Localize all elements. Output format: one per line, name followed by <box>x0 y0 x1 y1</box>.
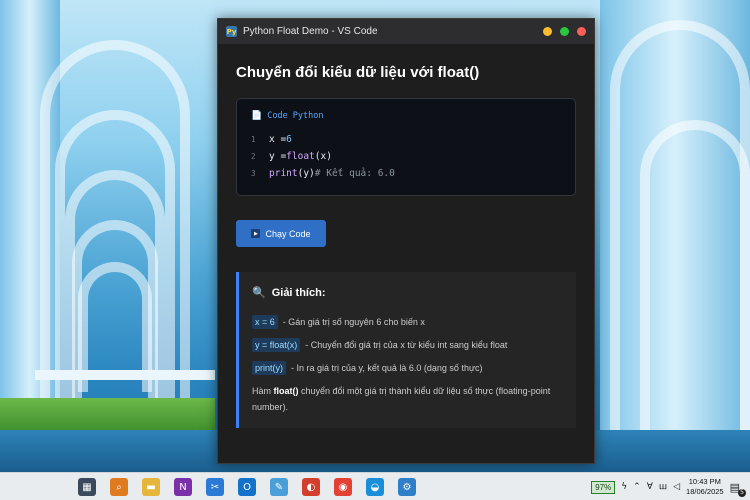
system-tray: 97% ϟ ⌃ ∀ ꟺ ◁ 10:43 PM 18/06/2025 ▤ 5 <box>591 476 746 498</box>
notification-icon[interactable]: ▤ 5 <box>730 481 746 497</box>
code-line: 3 print (y) # Kết quả: 6.0 <box>251 165 561 182</box>
code-header: 📄 Code Python <box>251 111 561 121</box>
power-icon[interactable]: ϟ <box>621 482 627 492</box>
code-snippet: x = 6 <box>252 314 278 329</box>
explanation-text: - In ra giá trị của y, kết quả là 6.0 (d… <box>291 362 483 373</box>
code-text: (y) <box>297 168 315 179</box>
grass <box>0 398 215 432</box>
run-code-label: Chạy Code <box>265 228 311 239</box>
title-bar[interactable]: Py Python Float Demo - VS Code <box>218 19 594 44</box>
page-title: Chuyển đổi kiểu dữ liệu với float() <box>236 64 480 81</box>
desc-prefix: Hàm <box>252 386 274 396</box>
line-number: 3 <box>251 169 256 178</box>
edge-icon[interactable]: ◒ <box>366 478 384 496</box>
window-controls <box>543 27 586 36</box>
code-number: 6 <box>286 134 292 145</box>
line-number: 2 <box>251 152 256 161</box>
explanation-title: 🔍 Giải thích: <box>252 286 563 300</box>
chrome-icon[interactable]: ◉ <box>334 478 352 496</box>
explanation-heading: Giải thích: <box>271 286 326 299</box>
taskbar: ▦ ⌕ ▬ N ✂ O ✎ ◐ ◉ ◒ ⚙ 97% ϟ ⌃ ∀ ꟺ ◁ 10:43 PM 18/06… <box>0 472 750 500</box>
bridge-arch <box>640 120 750 430</box>
chevron-up-icon[interactable]: ⌃ <box>633 482 641 492</box>
explanation-item: y = float(x) - Chuyển đổi giá trị của x … <box>252 333 563 356</box>
minimize-button[interactable] <box>543 27 552 36</box>
code-block: 📄 Code Python 1 x = 6 2 y = float (x) 3 p… <box>236 98 576 196</box>
run-code-button[interactable]: ▶ Chạy Code <box>236 220 326 247</box>
file-explorer-icon[interactable]: ▬ <box>142 478 160 496</box>
python-icon: Py <box>226 26 237 37</box>
calculator-icon[interactable]: ▦ <box>78 478 96 496</box>
code-text: (x) <box>314 151 332 162</box>
code-line: 1 x = 6 <box>251 131 561 148</box>
code-label: Code Python <box>267 111 324 121</box>
battery-indicator[interactable]: 97% <box>591 480 616 494</box>
onenote-icon[interactable]: N <box>174 478 192 496</box>
code-function: print <box>269 168 298 179</box>
outlook-icon[interactable]: O <box>238 478 256 496</box>
main-content: Chuyển đổi kiểu dữ liệu với float() 📄 Co… <box>218 44 594 428</box>
paint-icon[interactable]: ◐ <box>302 478 320 496</box>
volume-icon[interactable]: ◁ <box>673 482 680 492</box>
taskbar-apps: ▦ ⌕ ▬ N ✂ O ✎ ◐ ◉ ◒ ⚙ <box>78 478 416 496</box>
desc-bold: float() <box>273 386 299 396</box>
explanation-panel: 🔍 Giải thích: x = 6 - Gán giá trị số ngu… <box>236 272 576 428</box>
maximize-button[interactable] <box>560 27 569 36</box>
explanation-text: - Chuyển đổi giá trị của x từ kiểu int s… <box>305 339 508 350</box>
vpn-icon[interactable]: ∀ <box>647 482 653 492</box>
code-function: float <box>286 151 315 162</box>
notification-count: 5 <box>738 488 746 497</box>
language-icon[interactable]: ꟺ <box>659 482 667 492</box>
explanation-item: x = 6 - Gán giá trị số nguyên 6 cho biến… <box>252 310 563 333</box>
close-button[interactable] <box>577 27 586 36</box>
explanation-text: - Gán giá trị số nguyên 6 cho biến x <box>282 316 425 327</box>
notepad-icon[interactable]: ✎ <box>270 478 288 496</box>
explanation-item: print(y) - In ra giá trị của y, kết quả … <box>252 356 563 379</box>
bridge-railing <box>35 370 215 380</box>
code-text: x = <box>269 134 287 145</box>
magnifier-icon: 🔍 <box>252 287 266 299</box>
window-title: Python Float Demo - VS Code <box>243 26 378 37</box>
play-icon: ▶ <box>251 229 261 238</box>
code-line: 2 y = float (x) <box>251 148 561 165</box>
file-icon: 📄 <box>251 111 263 121</box>
snipping-icon[interactable]: ✂ <box>206 478 224 496</box>
code-snippet: print(y) <box>252 360 287 375</box>
code-text: y = <box>269 151 287 162</box>
clock[interactable]: 10:43 PM 18/06/2025 <box>686 477 724 497</box>
explanation-description: Hàm float() chuyển đổi một giá trị thành… <box>252 383 563 415</box>
line-number: 1 <box>251 135 256 144</box>
code-comment: # Kết quả: 6.0 <box>314 168 395 179</box>
settings-icon[interactable]: ⚙ <box>398 478 416 496</box>
clock-time: 10:43 PM <box>688 477 721 486</box>
clock-date: 18/06/2025 <box>686 487 724 496</box>
search-icon[interactable]: ⌕ <box>110 478 128 496</box>
app-window: Py Python Float Demo - VS Code Chuyển đổ… <box>217 18 595 464</box>
code-snippet: y = float(x) <box>252 337 301 352</box>
